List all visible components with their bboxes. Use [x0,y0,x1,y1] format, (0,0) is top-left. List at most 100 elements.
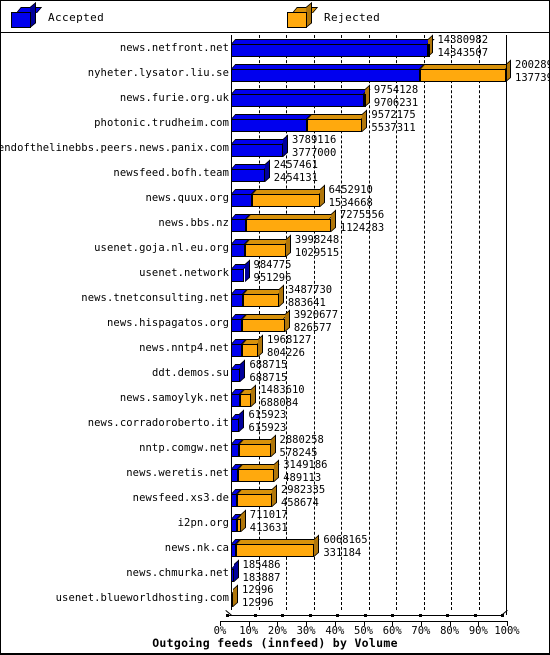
value-accepted: 883641 [287,296,326,309]
bar-value-labels: 1483610 688084 [257,384,304,409]
value-accepted: 951296 [253,271,292,284]
cube-icon-rejected [287,1,319,28]
bar-segment-rejected [242,319,285,332]
bar-side-face [283,134,289,157]
x-axis-tick-marker [501,614,504,617]
chart-row: usenet.network 984775 951296 [1,259,549,285]
value-total: 185486 [242,559,281,571]
chart-row: i2pn.org 711017 413631 [1,509,549,535]
value-total: 1483610 [260,384,305,396]
value-total: 9572175 [371,109,416,121]
value-accepted: 688084 [260,396,299,409]
value-total: 1968127 [267,334,312,346]
chart-row: nyheter.lysator.liu.se 2002899113773937 [1,59,550,85]
stacked-bar [231,209,336,232]
bar-front [231,594,234,607]
row-label: nntp.comgw.net [139,442,229,454]
chart-legend: Accepted Rejected [1,1,549,33]
bar-rows: news.netfront.net 14380982 14343507 nyheter… [0,34,550,610]
bar-side-face [362,109,368,132]
row-label: news.samoylyk.net [119,392,229,404]
legend-item-rejected: Rejected [287,1,380,28]
value-total: 14380982 [437,34,489,46]
bar-segment-accepted [231,369,241,382]
value-accepted: 688715 [249,371,288,384]
stacked-bar [231,359,246,382]
chart-row: news.nk.ca 6068165 331184 [1,534,549,560]
chart-row: usenet.goja.nl.eu.org 3998248 1029515 [1,234,549,260]
bar-front [231,244,286,257]
value-total: 711017 [249,509,288,521]
bar-segment-rejected [307,119,363,132]
bar-segment-rejected [427,44,430,57]
row-label: usenet.blueworldhosting.com [55,592,229,604]
bar-segment-accepted [231,344,243,357]
x-axis-tick-marker [446,614,449,617]
bar-side-face [285,234,291,257]
bar-front [231,519,241,532]
value-accepted: 331184 [323,546,362,559]
row-label: news.weretis.net [126,467,229,479]
row-label: news.quux.org [145,192,229,204]
chart-row: news.hispagatos.org 3920677 826577 [1,309,549,335]
row-label: i2pn.org [177,517,229,529]
bar-value-labels: 3998248 1029515 [292,234,339,259]
row-label: news.furie.org.uk [119,92,229,104]
chart-row: ddt.demos.su 688715 688715 [1,359,549,385]
x-axis-tick-marker [226,614,229,617]
stacked-bar [231,384,257,407]
bar-side-face [258,334,264,357]
plot-area: news.netfront.net 14380982 14343507 nyheter… [0,33,550,654]
bar-side-face [319,184,325,207]
value-total: 2982335 [280,484,326,496]
bar-front [231,344,258,357]
value-accepted: 826577 [293,321,332,334]
stacked-bar [231,534,320,557]
bar-segment-rejected [237,494,272,507]
bar-value-labels: 2982335 458674 [278,484,325,509]
bar-value-labels: 2457461 2454131 [271,159,318,184]
bar-front [231,469,275,482]
chart-row: news.samoylyk.net 1483610 688084 [1,384,549,410]
chart-row: news.netfront.net 14380982 14343507 [1,34,549,60]
stacked-bar [231,559,239,582]
x-axis-tick-marker [253,614,257,617]
x-axis-tick-marker [363,614,367,617]
value-accepted: 12996 [242,596,274,609]
row-label: news.bbs.nz [158,217,229,229]
stacked-bar [231,259,250,282]
value-total: 3149186 [283,459,328,471]
bar-value-labels: 6068165 331184 [320,534,367,559]
bar-segment-accepted [231,294,244,307]
row-label: usenet.goja.nl.eu.org [94,242,229,254]
bar-segment-accepted [231,444,239,457]
value-accepted: 13773937 [515,71,550,84]
bar-segment-accepted [231,319,243,332]
bar-side-face [251,384,257,407]
value-accepted: 1534668 [328,196,373,209]
stacked-bar [231,484,277,507]
bar-value-labels: 7275556 1124283 [337,209,384,234]
stacked-bar [231,409,245,432]
bar-segment-accepted [231,94,365,107]
bar-value-labels: 9754128 9706231 [371,84,418,109]
value-accepted: 804226 [267,346,305,359]
bar-value-labels: 688715 688715 [246,359,287,384]
bar-segment-rejected [243,294,279,307]
title-divider [1,653,549,654]
value-total: 688715 [249,359,288,371]
row-label: news.corradoroberto.it [87,417,229,429]
bar-segment-accepted [231,69,421,82]
row-label: news.netfront.net [119,42,229,54]
chart-row: news.corradoroberto.it 615923 615923 [1,409,549,435]
value-total: 9754128 [373,84,419,96]
value-accepted: 1029515 [294,246,340,259]
bar-front [231,569,234,582]
bar-front [231,144,283,157]
chart-row: news.chmurka.net 185486 183887 [1,559,549,585]
value-total: 3998248 [294,234,340,246]
value-accepted: 3777000 [292,146,337,159]
row-label: newsfeed.bofh.team [113,167,229,179]
x-axis-tick-marker [336,614,339,617]
bar-segment-accepted [231,144,283,157]
